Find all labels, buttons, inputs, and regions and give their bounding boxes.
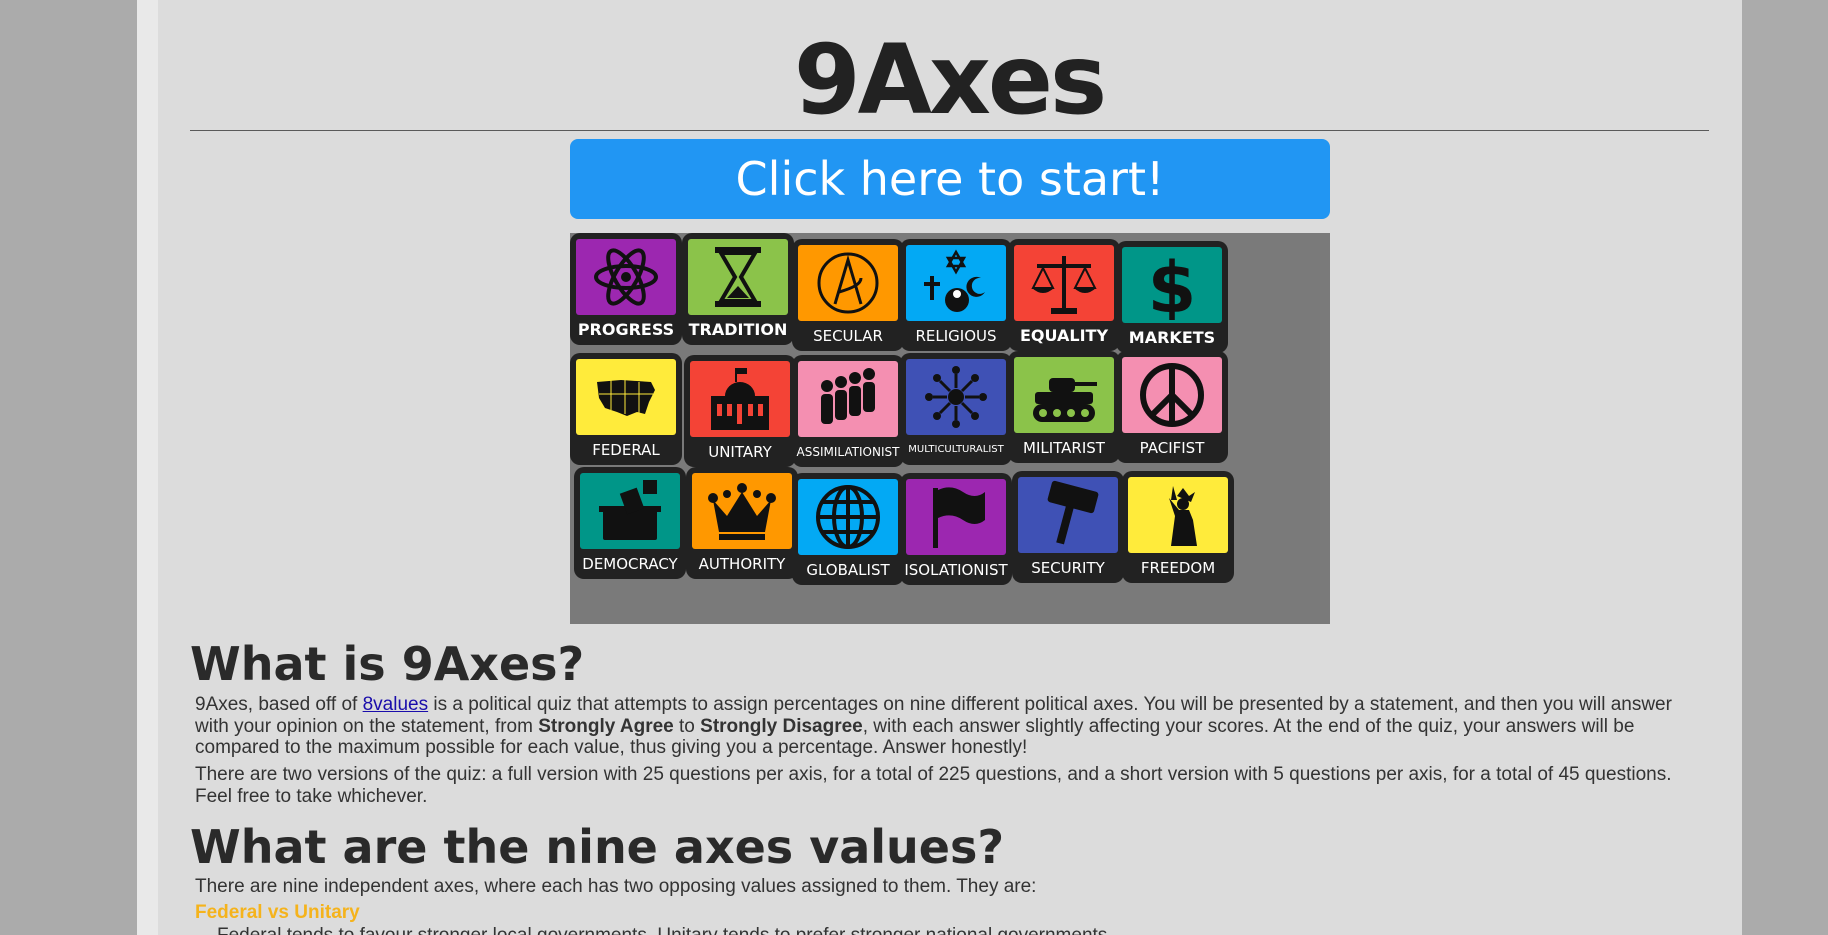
axis-tile-label: RELIGIOUS xyxy=(915,327,997,345)
axis-tile-progress: PROGRESS xyxy=(570,233,682,345)
start-button[interactable]: Click here to start! xyxy=(570,139,1330,219)
axis-tile-multiculturalist: MULTICULTURALIST xyxy=(900,353,1012,465)
axis-tile-label: MULTICULTURALIST xyxy=(908,444,1004,455)
tank-icon xyxy=(1014,357,1114,433)
page-title: 9Axes xyxy=(793,24,1107,136)
axis-tile-freedom: FREEDOM xyxy=(1122,471,1234,583)
scales-icon xyxy=(1014,245,1114,321)
axis-federal-unitary-desc: Federal tends to favour stronger local g… xyxy=(217,924,1113,935)
axis-tile-assimilationist: ASSIMILATIONIST xyxy=(792,355,904,467)
axis-tile-label: PACIFIST xyxy=(1139,439,1205,457)
axis-tile-markets: $ MARKETS xyxy=(1116,241,1228,353)
crown-icon xyxy=(692,473,792,549)
axis-tile-democracy: DEMOCRACY xyxy=(574,467,686,579)
hourglass-icon xyxy=(688,239,788,315)
axis-tile-tradition: TRADITION xyxy=(682,233,794,345)
strongly-agree-text: Strongly Agree xyxy=(538,715,674,737)
circle-people-icon xyxy=(906,359,1006,435)
title-divider xyxy=(190,130,1709,131)
religions-icon xyxy=(906,245,1006,321)
svg-text:$: $ xyxy=(1148,250,1197,320)
flag-icon xyxy=(906,479,1006,555)
axis-tile-label: ASSIMILATIONIST xyxy=(796,445,900,459)
axis-tile-militarist: MILITARIST xyxy=(1008,351,1120,463)
axis-tile-label: DEMOCRACY xyxy=(582,555,678,573)
axis-tile-security: SECURITY xyxy=(1012,471,1124,583)
axis-federal-unitary-title: Federal vs Unitary xyxy=(195,902,360,923)
ballot-box-icon xyxy=(580,473,680,549)
gavel-icon xyxy=(1018,477,1118,553)
axis-tile-label: ISOLATIONIST xyxy=(904,561,1008,579)
versions-paragraph: There are two versions of the quiz: a fu… xyxy=(195,764,1672,807)
strongly-disagree-text: Strongly Disagree xyxy=(700,715,863,737)
axis-tile-authority: AUTHORITY xyxy=(686,467,798,579)
axis-tile-label: TRADITION xyxy=(688,320,788,339)
axis-tile-religious: RELIGIOUS xyxy=(900,239,1012,351)
axis-tile-label: AUTHORITY xyxy=(698,555,786,573)
axis-tile-secular: SECULAR xyxy=(792,239,904,351)
axes-image-grid: PROGRESS TRADITION SECULAR RELIGIOUS EQUALIT… xyxy=(570,233,1330,624)
section-heading-nine-axes: What are the nine axes values? xyxy=(190,820,1005,874)
8values-link[interactable]: 8values xyxy=(363,694,429,715)
intro-paragraph: 9Axes, based off of 8values is a politic… xyxy=(195,694,1705,759)
axis-tile-isolationist: ISOLATIONIST xyxy=(900,473,1012,585)
axis-tile-equality: EQUALITY xyxy=(1008,239,1120,351)
people-icon xyxy=(798,361,898,437)
axis-tile-label: EQUALITY xyxy=(1019,326,1109,345)
axis-tile-federal: FEDERAL xyxy=(570,353,682,465)
usa-map-icon xyxy=(576,359,676,435)
axes-intro-text: There are nine independent axes, where e… xyxy=(195,876,1037,897)
axis-tile-label: SECURITY xyxy=(1031,559,1105,577)
axis-tile-label: GLOBALIST xyxy=(806,561,890,579)
axis-tile-label: UNITARY xyxy=(708,443,772,461)
axis-tile-label: MILITARIST xyxy=(1023,439,1105,457)
atom-icon xyxy=(576,239,676,315)
peace-icon xyxy=(1122,357,1222,433)
globe-icon xyxy=(798,479,898,555)
axis-tile-label: FEDERAL xyxy=(592,441,660,459)
intro-text-1: 9Axes, based off of xyxy=(195,694,363,715)
section-heading-what-is: What is 9Axes? xyxy=(190,637,585,691)
axis-tile-label: PROGRESS xyxy=(577,320,675,339)
atheism-icon xyxy=(798,245,898,321)
intro-text-3: to xyxy=(673,715,701,737)
axis-tile-label: FREEDOM xyxy=(1140,559,1216,577)
axis-tile-globalist: GLOBALIST xyxy=(792,473,904,585)
liberty-icon xyxy=(1128,477,1228,553)
capitol-icon xyxy=(690,361,790,437)
axis-tile-label: SECULAR xyxy=(813,327,883,345)
axis-tile-pacifist: PACIFIST xyxy=(1116,351,1228,463)
axis-tile-unitary: UNITARY xyxy=(684,355,796,467)
dollar-icon: $ xyxy=(1122,247,1222,323)
axis-tile-label: MARKETS xyxy=(1128,328,1216,347)
